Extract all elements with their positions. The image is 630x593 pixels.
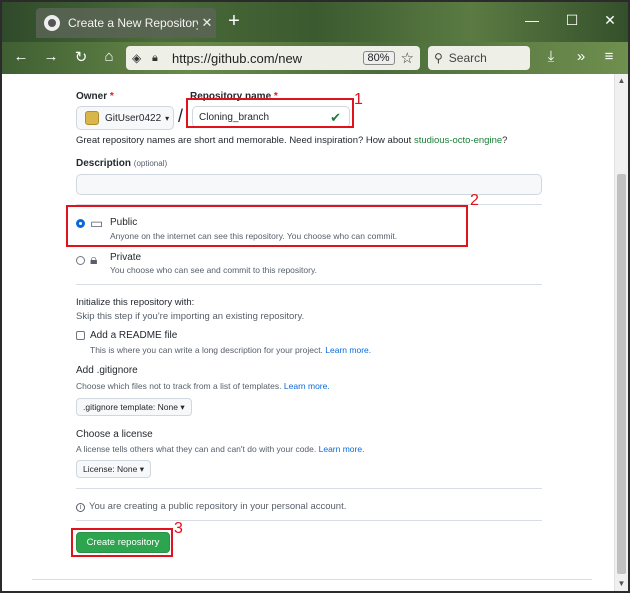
license-description: A license tells others what they can and… xyxy=(76,444,365,454)
owner-select[interactable]: GitUser0422 ▾ xyxy=(76,106,174,130)
private-label: Private xyxy=(110,252,142,263)
page-content: Owner * Repository name * GitUser0422 ▾ … xyxy=(2,74,614,591)
address-bar[interactable]: ◈ 🔒︎ https://github.com/new 80% ☆ xyxy=(126,46,420,70)
scroll-up-icon[interactable]: ▲ xyxy=(615,74,628,88)
gitignore-learn-more-link[interactable]: Learn more. xyxy=(284,381,330,391)
owner-label: Owner * xyxy=(76,91,114,102)
home-icon[interactable]: ⌂ xyxy=(98,48,120,65)
license-label: Choose a license xyxy=(76,429,153,440)
tab-create-repository[interactable]: Create a New Repository ✕ xyxy=(36,8,216,38)
divider xyxy=(76,284,542,285)
info-icon: i xyxy=(76,503,85,512)
scrollbar-thumb[interactable] xyxy=(617,174,626,574)
license-learn-more-link[interactable]: Learn more. xyxy=(319,444,365,454)
name-hint: Great repository names are short and mem… xyxy=(76,135,508,146)
readme-label: Add a README file xyxy=(90,330,178,341)
private-radio[interactable] xyxy=(76,256,85,265)
gitignore-description: Choose which files not to track from a l… xyxy=(76,381,330,391)
maximize-icon[interactable]: ☐ xyxy=(562,12,582,29)
name-suggestion-link[interactable]: studious-octo-engine xyxy=(414,135,502,146)
github-logo-icon xyxy=(44,15,60,31)
license-select[interactable]: License: None ▾ xyxy=(76,460,151,478)
search-box[interactable]: ⚲ Search xyxy=(428,46,530,70)
private-description: You choose who can see and commit to thi… xyxy=(110,265,317,275)
gitignore-label: Add .gitignore xyxy=(76,365,138,376)
vertical-scrollbar[interactable]: ▲ ▼ xyxy=(614,74,628,591)
annotation-box-1 xyxy=(186,98,354,128)
divider xyxy=(76,520,542,521)
owner-value: GitUser0422 xyxy=(105,112,162,124)
annotation-label-2: 2 xyxy=(470,192,479,209)
visibility-notice: i You are creating a public repository in… xyxy=(76,501,346,512)
tab-close-icon[interactable]: ✕ xyxy=(198,15,216,31)
download-icon[interactable]: ⤓ xyxy=(540,48,562,65)
gitignore-template-select[interactable]: .gitignore template: None ▾ xyxy=(76,398,192,416)
scroll-down-icon[interactable]: ▼ xyxy=(615,577,628,591)
title-bar: Create a New Repository ✕ + — ☐ ✕ xyxy=(2,2,628,42)
window-close-icon[interactable]: ✕ xyxy=(600,12,620,29)
search-icon: ⚲ xyxy=(434,51,443,65)
readme-description: This is where you can write a long descr… xyxy=(90,345,372,355)
divider xyxy=(76,488,542,489)
url-text[interactable]: https://github.com/new xyxy=(172,51,363,66)
annotation-label-3: 3 xyxy=(174,520,183,537)
avatar xyxy=(85,111,99,125)
divider xyxy=(32,579,592,580)
owner-repo-separator: / xyxy=(178,106,184,126)
reload-icon[interactable]: ↻ xyxy=(70,48,92,66)
init-heading: Initialize this repository with: xyxy=(76,297,195,308)
navigation-bar: ← → ↻ ⌂ ◈ 🔒︎ https://github.com/new 80% … xyxy=(2,42,628,74)
readme-learn-more-link[interactable]: Learn more. xyxy=(325,345,371,355)
chevron-down-icon: ▾ xyxy=(165,113,170,123)
forward-icon[interactable]: → xyxy=(40,48,62,65)
lock-icon[interactable]: 🔒︎ xyxy=(152,52,166,65)
search-placeholder: Search xyxy=(448,51,487,65)
readme-checkbox[interactable] xyxy=(76,331,85,340)
init-subtext: Skip this step if you're importing an ex… xyxy=(76,311,305,322)
bookmark-star-icon[interactable]: ☆ xyxy=(401,49,414,67)
minimize-icon[interactable]: — xyxy=(522,12,542,28)
overflow-chevron-icon[interactable]: » xyxy=(570,48,592,65)
zoom-level[interactable]: 80% xyxy=(362,51,395,65)
shield-icon[interactable]: ◈ xyxy=(132,51,146,65)
back-icon[interactable]: ← xyxy=(10,48,32,65)
tab-title: Create a New Repository xyxy=(68,16,198,30)
lock-icon: 🔒︎ xyxy=(90,251,98,267)
new-tab-button[interactable]: + xyxy=(224,10,244,33)
description-label: Description (optional) xyxy=(76,158,168,169)
annotation-box-3 xyxy=(71,528,173,557)
browser-window: Create a New Repository ✕ + — ☐ ✕ ← → ↻ … xyxy=(0,0,630,593)
annotation-label-1: 1 xyxy=(354,91,363,108)
menu-icon[interactable]: ≡ xyxy=(598,48,620,65)
annotation-box-2 xyxy=(66,205,468,247)
